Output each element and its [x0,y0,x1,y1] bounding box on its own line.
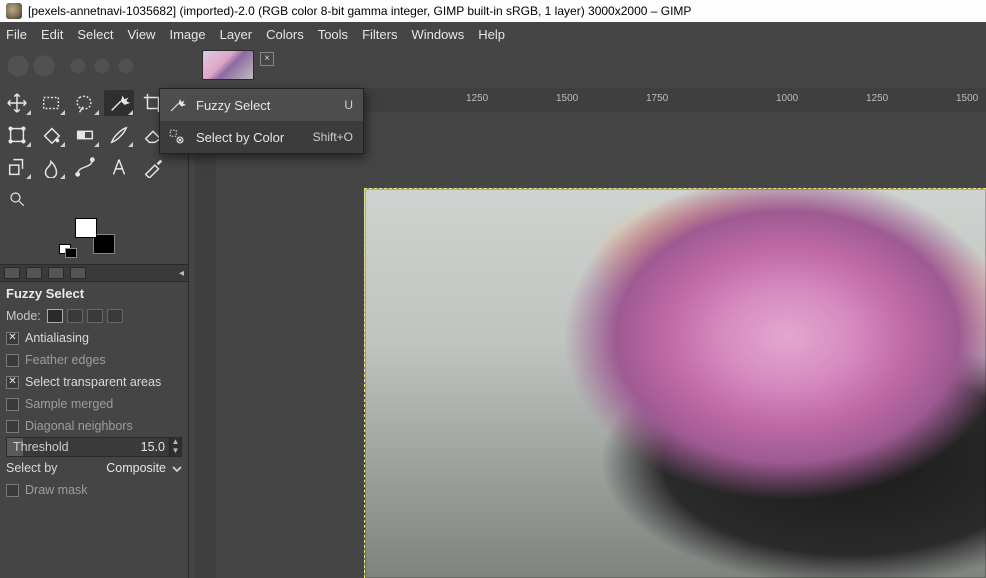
chevron-down-icon [172,463,182,473]
default-colors-icon[interactable] [65,248,77,258]
menu-layer[interactable]: Layer [220,27,253,42]
label-sample-merged: Sample merged [25,397,113,411]
color-swatches[interactable] [73,218,115,254]
label-transparent: Select transparent areas [25,375,161,389]
tool-color-picker[interactable] [138,154,168,180]
tool-rect-select[interactable] [36,90,66,116]
menu-view[interactable]: View [128,27,156,42]
flyout-fuzzy-select[interactable]: Fuzzy Select U [160,89,363,121]
tool-transform[interactable] [2,122,32,148]
dock-config-arrow-icon[interactable]: ◂ [179,268,184,279]
gimp-wilber-icon [6,3,22,19]
tool-paintbrush[interactable] [104,122,134,148]
flyout-label: Fuzzy Select [196,98,334,113]
label-feather: Feather edges [25,353,106,367]
dock-tab-tool-options[interactable] [4,267,20,279]
image-tab-close-icon[interactable]: × [260,52,274,66]
ruler-tick-label: 1500 [956,93,978,104]
vertical-ruler[interactable] [188,88,216,578]
menu-file[interactable]: File [6,27,27,42]
toolbox-wilber-strip [0,46,198,88]
tool-clone[interactable] [2,154,32,180]
opt-draw-mask[interactable]: Draw mask [6,479,182,501]
menu-filters[interactable]: Filters [362,27,397,42]
tool-smudge[interactable] [36,154,66,180]
mode-label: Mode: [6,309,41,323]
menu-help[interactable]: Help [478,27,505,42]
ruler-tick-label: 1250 [466,93,488,104]
menu-colors[interactable]: Colors [266,27,304,42]
checkbox-feather[interactable] [6,354,19,367]
tool-bucket-fill[interactable] [36,122,66,148]
tool-zoom[interactable] [2,186,32,212]
threshold-slider[interactable]: Threshold 15.0 ▲▼ [6,437,182,457]
tool-options-title: Fuzzy Select [6,286,182,301]
flyout-shortcut: U [344,98,353,112]
opt-diagonal[interactable]: Diagonal neighbors [6,415,182,437]
image-tab-thumbnail[interactable] [202,50,254,80]
image-tab-strip: × [0,46,986,88]
menu-bar: File Edit Select View Image Layer Colors… [0,22,986,46]
window-titlebar: [pexels-annetnavi-1035682] (imported)-2.… [0,0,986,22]
dock-tab-row: ◂ [0,264,188,282]
checkbox-sample-merged[interactable] [6,398,19,411]
menu-windows[interactable]: Windows [411,27,464,42]
opt-sample-merged[interactable]: Sample merged [6,393,182,415]
ruler-tick-label: 1000 [776,93,798,104]
tool-options-panel: Fuzzy Select Mode: Antialiasing Feather … [0,282,188,507]
canvas-background[interactable] [216,112,986,578]
select-by-value: Composite [106,461,166,475]
opt-transparent[interactable]: Select transparent areas [6,371,182,393]
tool-gradient[interactable] [70,122,100,148]
threshold-label: Threshold [7,438,123,456]
label-antialiasing: Antialiasing [25,331,89,345]
tool-paths[interactable] [70,154,100,180]
dock-tab-device-status[interactable] [26,267,42,279]
mode-buttons [47,309,123,323]
menu-select[interactable]: Select [77,27,113,42]
canvas-area: 1250 1500 1750 1000 1250 1500 [216,88,986,578]
ruler-tick-label: 1500 [556,93,578,104]
checkbox-draw-mask[interactable] [6,484,19,497]
select-by-row[interactable]: Select by Composite [6,457,182,479]
tool-free-select[interactable] [70,90,100,116]
opt-antialiasing[interactable]: Antialiasing [6,327,182,349]
label-diagonal: Diagonal neighbors [25,419,133,433]
dock-tab-images[interactable] [70,267,86,279]
opt-feather[interactable]: Feather edges [6,349,182,371]
tool-move[interactable] [2,90,32,116]
label-draw-mask: Draw mask [25,483,88,497]
mode-add[interactable] [67,309,83,323]
flyout-shortcut: Shift+O [313,130,353,144]
mode-subtract[interactable] [87,309,103,323]
checkbox-transparent[interactable] [6,376,19,389]
canvas-image[interactable] [364,188,986,578]
ruler-tick-label: 1250 [866,93,888,104]
threshold-spinner[interactable]: ▲▼ [169,438,181,456]
wand-icon [168,96,186,114]
window-title: [pexels-annetnavi-1035682] (imported)-2.… [28,4,691,18]
ruler-tick-label: 1750 [646,93,668,104]
menu-image[interactable]: Image [169,27,205,42]
mode-intersect[interactable] [107,309,123,323]
foreground-color[interactable] [75,218,97,238]
menu-tools[interactable]: Tools [318,27,348,42]
select-by-label: Select by [6,461,57,475]
flyout-select-by-color[interactable]: Select by Color Shift+O [160,121,363,153]
checkbox-diagonal[interactable] [6,420,19,433]
tool-fuzzy-select[interactable] [104,90,134,116]
select-by-color-icon [168,128,186,146]
flyout-label: Select by Color [196,130,303,145]
checkbox-antialiasing[interactable] [6,332,19,345]
tool-flyout-menu: Fuzzy Select U Select by Color Shift+O [159,88,364,154]
menu-edit[interactable]: Edit [41,27,63,42]
mode-row: Mode: [6,305,182,327]
dock-tab-undo-history[interactable] [48,267,64,279]
left-dock: ◂ Fuzzy Select Mode: Antialiasing Feathe… [0,88,188,578]
threshold-value[interactable]: 15.0 [123,440,169,454]
mode-replace[interactable] [47,309,63,323]
tool-text[interactable] [104,154,134,180]
